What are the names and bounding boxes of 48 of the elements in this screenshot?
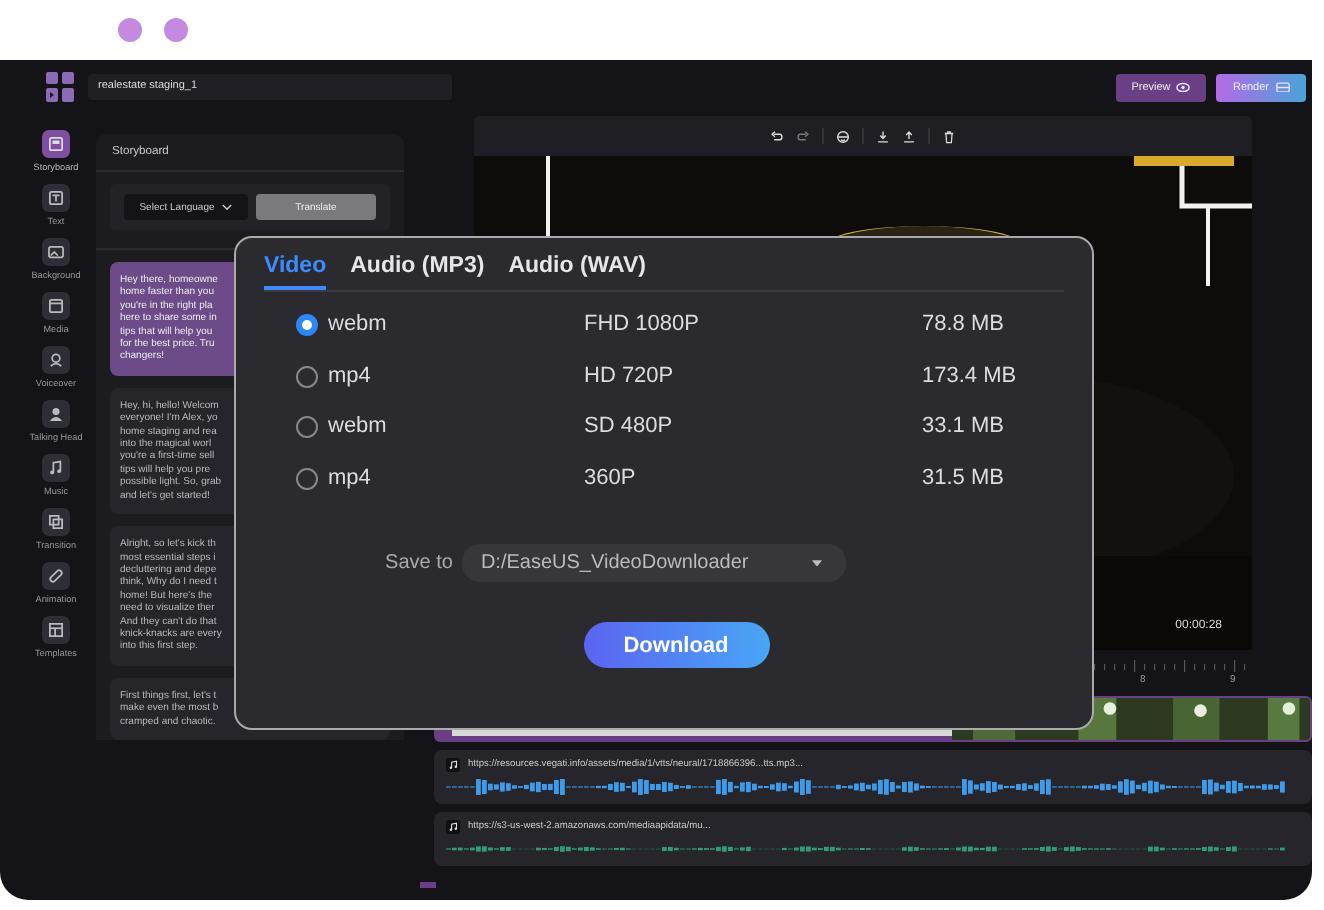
music-note-icon	[446, 758, 460, 772]
quality-label: SD 480P	[584, 414, 675, 441]
save-to-label: Save to	[385, 552, 453, 574]
quality-label: FHD 1080P	[584, 312, 701, 339]
format-label: mp4	[328, 363, 373, 390]
file-size: 31.5 MB	[922, 465, 1006, 492]
trash-icon[interactable]	[942, 129, 956, 143]
text-icon	[42, 184, 70, 212]
radio-button[interactable]	[296, 467, 318, 490]
eye-icon	[1176, 81, 1191, 93]
window-control[interactable]	[164, 18, 188, 42]
tab[interactable]: Video	[264, 250, 327, 290]
redo-icon[interactable]	[796, 129, 810, 143]
layout-icon	[42, 616, 70, 644]
quality-label: HD 720P	[584, 363, 676, 390]
file-size: 33.1 MB	[922, 414, 1006, 441]
upload-icon[interactable]	[902, 129, 916, 143]
undo-icon[interactable]	[770, 129, 784, 143]
pill-icon	[42, 562, 70, 590]
tab[interactable]: Audio (WAV)	[508, 250, 646, 290]
save-path-dropdown[interactable]: D:/EaseUS_VideoDownloader	[462, 544, 847, 582]
sticker-icon[interactable]	[836, 129, 850, 143]
logo-icon	[46, 72, 74, 102]
picture-icon	[42, 238, 70, 266]
chevron-icon	[222, 203, 233, 211]
radio-button[interactable]	[296, 416, 318, 439]
music-note-icon	[42, 454, 70, 482]
quality-label: 360P	[584, 465, 638, 492]
download-button[interactable]: Download	[583, 622, 769, 668]
window-control[interactable]	[118, 18, 142, 42]
file-size: 78.8 MB	[922, 312, 1006, 339]
download-icon[interactable]	[876, 129, 890, 143]
file-size: 173.4 MB	[922, 363, 1019, 390]
image-icon	[42, 130, 70, 158]
format-label: webm	[328, 312, 389, 339]
music-note-icon	[446, 820, 460, 834]
radio-button[interactable]	[296, 365, 318, 388]
window-icon	[42, 292, 70, 320]
format-label: webm	[328, 414, 389, 441]
radio-button[interactable]	[296, 314, 318, 337]
scroll-handle[interactable]	[420, 882, 436, 888]
format-label: mp4	[328, 465, 373, 492]
caret-icon	[812, 559, 823, 567]
film-icon	[1275, 81, 1290, 93]
microphone-icon	[42, 346, 70, 374]
tab[interactable]: Audio (MP3)	[350, 250, 485, 290]
person-icon	[42, 400, 70, 428]
layers-icon	[42, 508, 70, 536]
